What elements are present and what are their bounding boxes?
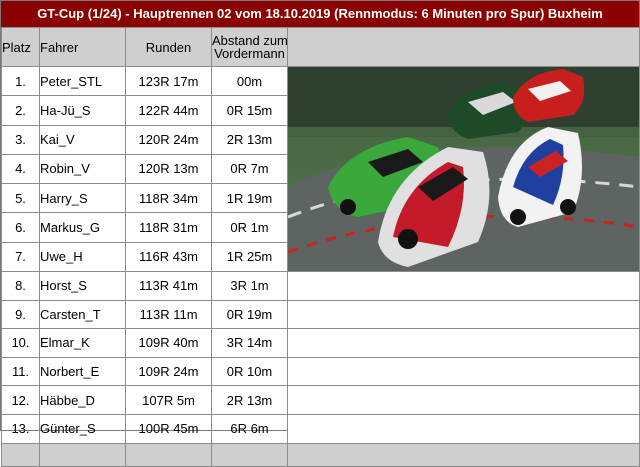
runden-cell: 116R 43m: [125, 241, 212, 273]
table-row: 8. Horst_S 113R 41m 3R 1m: [1, 271, 640, 301]
blank-cell: [287, 356, 640, 387]
table-row: 1. Peter_STL 123R 17m 00m 24: [1, 65, 640, 272]
blank-cell: [287, 299, 640, 330]
platz-cell: 4.: [1, 153, 40, 185]
abstand-cell: 0R 10m: [211, 356, 288, 387]
runden-cell: 113R 41m: [125, 271, 212, 301]
platz-cell: 2.: [1, 95, 40, 126]
race-cars-illustration: 24: [288, 67, 639, 271]
blank-cell: [287, 271, 640, 301]
blank-cell: [287, 413, 640, 444]
abstand-cell: 0R 7m: [211, 153, 288, 185]
platz-cell: 9.: [1, 299, 40, 330]
column-header-fahrer: Fahrer: [39, 27, 126, 67]
platz-cell: 12.: [1, 385, 40, 415]
page-title: GT-Cup (1/24) - Hauptrennen 02 vom 18.10…: [1, 1, 639, 27]
abstand-cell: 2R 13m: [211, 124, 288, 155]
runden-cell: 122R 44m: [125, 95, 212, 126]
runden-cell: 120R 13m: [125, 153, 212, 185]
footer-cell: [211, 442, 288, 467]
runden-cell: 109R 40m: [125, 328, 212, 358]
runden-cell: 118R 31m: [125, 212, 212, 243]
footer-cell: [39, 442, 126, 467]
blank-cell: [287, 385, 640, 415]
runden-cell: 107R 5m: [125, 385, 212, 415]
table-body: 1. Peter_STL 123R 17m 00m 24 2. Ha-Jü_S …: [1, 65, 640, 467]
table-row: 12. Häbbe_D 107R 5m 2R 13m: [1, 385, 640, 415]
column-header-blank: [287, 27, 640, 67]
abstand-cell: 3R 1m: [211, 271, 288, 301]
platz-cell: 6.: [1, 212, 40, 243]
column-header-abstand: Abstand zum Vordermann: [211, 27, 288, 67]
fahrer-cell: Ha-Jü_S: [39, 95, 126, 126]
table-footer-row: [1, 442, 640, 467]
platz-cell: 13.: [1, 413, 40, 444]
table-row: 9. Carsten_T 113R 11m 0R 19m: [1, 299, 640, 330]
runden-cell: 123R 17m: [125, 65, 212, 97]
fahrer-cell: Horst_S: [39, 271, 126, 301]
column-header-runden: Runden: [125, 27, 212, 67]
table-header-row: Platz Fahrer Runden Abstand zum Vorderma…: [1, 27, 640, 67]
fahrer-cell: Uwe_H: [39, 241, 126, 273]
abstand-cell: 3R 14m: [211, 328, 288, 358]
footer-cell: [1, 442, 40, 467]
fahrer-cell: Elmar_K: [39, 328, 126, 358]
blank-cell: [287, 328, 640, 358]
results-table: Platz Fahrer Runden Abstand zum Vorderma…: [1, 27, 640, 467]
car-number-24: 24: [406, 235, 418, 246]
abstand-cell: 0R 15m: [211, 95, 288, 126]
runden-cell: 100R 45m: [125, 413, 212, 444]
platz-cell: 1.: [1, 65, 40, 97]
runden-cell: 118R 34m: [125, 183, 212, 214]
abstand-header-line2: Vordermann: [214, 46, 285, 61]
runden-cell: 109R 24m: [125, 356, 212, 387]
fahrer-cell: Günter_S: [39, 413, 126, 444]
fahrer-cell: Harry_S: [39, 183, 126, 214]
column-header-platz: Platz: [1, 27, 40, 67]
platz-cell: 8.: [1, 271, 40, 301]
fahrer-cell: Robin_V: [39, 153, 126, 185]
abstand-cell: 00m: [211, 65, 288, 97]
abstand-cell: 1R 25m: [211, 241, 288, 273]
fahrer-cell: Norbert_E: [39, 356, 126, 387]
fahrer-cell: Markus_G: [39, 212, 126, 243]
fahrer-cell: Carsten_T: [39, 299, 126, 330]
platz-cell: 10.: [1, 328, 40, 358]
photo-cell: 24: [287, 66, 640, 272]
abstand-cell: 0R 19m: [211, 299, 288, 330]
abstand-cell: 1R 19m: [211, 183, 288, 214]
fahrer-cell: Häbbe_D: [39, 385, 126, 415]
runden-cell: 120R 24m: [125, 124, 212, 155]
abstand-cell: 2R 13m: [211, 385, 288, 415]
abstand-cell: 6R 6m: [211, 413, 288, 444]
footer-cell: [125, 442, 212, 467]
fahrer-cell: Peter_STL: [39, 65, 126, 97]
table-row: 10. Elmar_K 109R 40m 3R 14m: [1, 328, 640, 358]
runden-cell: 113R 11m: [125, 299, 212, 330]
platz-cell: 5.: [1, 183, 40, 214]
table-row: 13. Günter_S 100R 45m 6R 6m: [1, 413, 640, 444]
footer-cell: [287, 442, 640, 467]
platz-cell: 11.: [1, 356, 40, 387]
abstand-cell: 0R 1m: [211, 212, 288, 243]
results-window: GT-Cup (1/24) - Hauptrennen 02 vom 18.10…: [0, 0, 640, 467]
fahrer-cell: Kai_V: [39, 124, 126, 155]
platz-cell: 3.: [1, 124, 40, 155]
race-cars-photo-icon: 24: [288, 67, 639, 271]
table-row: 11. Norbert_E 109R 24m 0R 10m: [1, 356, 640, 387]
platz-cell: 7.: [1, 241, 40, 273]
